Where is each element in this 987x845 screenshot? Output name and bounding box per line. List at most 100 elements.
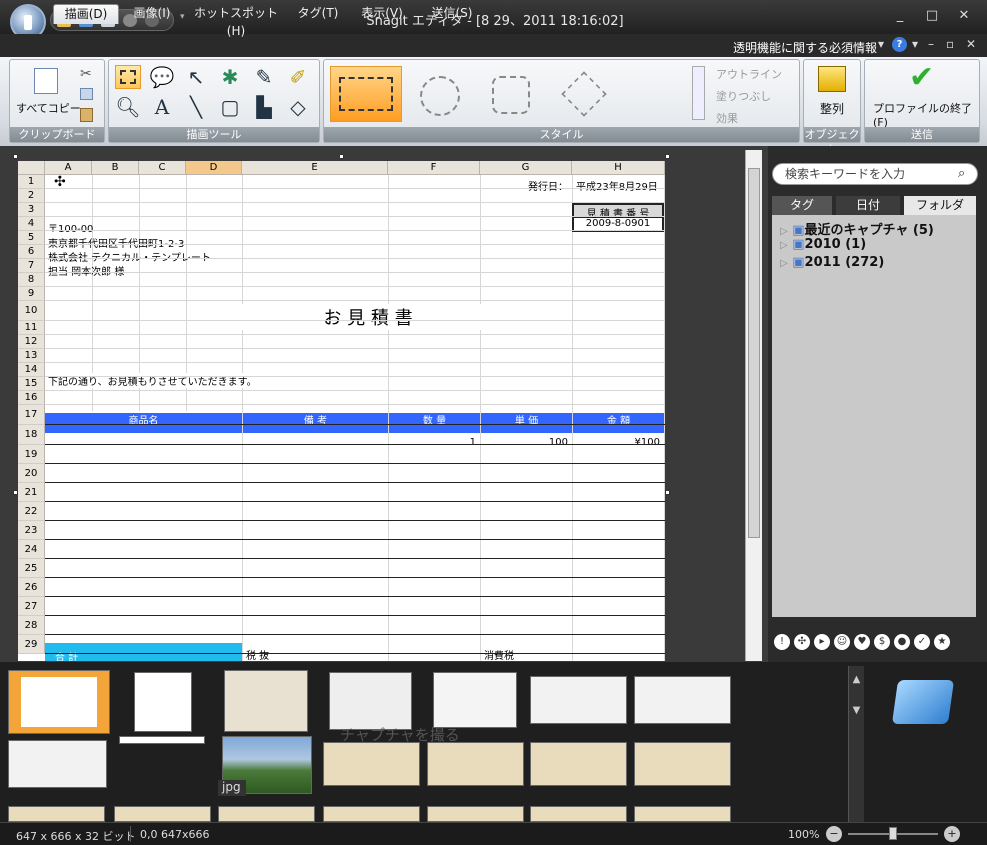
expand-icon[interactable]: ▷ <box>780 258 788 269</box>
zoom-out-button[interactable]: − <box>826 826 842 842</box>
scroll-down-icon[interactable]: ▼ <box>849 705 864 716</box>
filter-icon[interactable]: $ <box>874 634 890 650</box>
tray-thumbnail[interactable] <box>323 742 420 786</box>
effects-button[interactable]: 効果 <box>716 110 738 126</box>
tray-thumbnail[interactable] <box>114 806 211 822</box>
pen-tool-icon[interactable]: ✎ <box>251 65 277 89</box>
style-gallery-scroll[interactable] <box>692 66 705 120</box>
info-dropdown-icon[interactable]: ▾ <box>878 37 884 51</box>
tab-send[interactable]: 送信(S) <box>420 4 484 24</box>
zoom-in-button[interactable]: + <box>944 826 960 842</box>
tray-thumbnail[interactable] <box>323 806 420 822</box>
canvas-vertical-scrollbar[interactable] <box>745 150 762 661</box>
filter-icon[interactable]: ☺ <box>834 634 850 650</box>
copy-all-button[interactable]: すべてコピー <box>16 100 81 116</box>
tray-thumbnail[interactable] <box>218 806 315 822</box>
fill-tool-icon[interactable]: ▙ <box>251 95 277 119</box>
highlighter-tool-icon[interactable]: ✐ <box>285 65 311 89</box>
tray-thumbnail[interactable] <box>634 806 731 822</box>
filter-icon[interactable]: ♥ <box>854 634 870 650</box>
tray-thumbnail-selected[interactable] <box>8 670 110 734</box>
tab-view[interactable]: 表示(V) <box>352 4 412 24</box>
selection-tool-icon[interactable] <box>115 65 141 89</box>
tray-thumbnail[interactable] <box>427 742 524 786</box>
scrollbar-thumb[interactable] <box>748 168 760 538</box>
tab-draw[interactable]: 描画(D) <box>53 4 119 24</box>
tray-thumbnail[interactable] <box>634 676 731 724</box>
style-rect-dashed[interactable] <box>330 66 402 122</box>
tray-thumbnail[interactable] <box>134 672 192 732</box>
tray-thumbnail[interactable] <box>8 806 105 822</box>
row-header: 22 <box>18 502 45 521</box>
expand-icon[interactable]: ▷ <box>780 226 788 237</box>
finish-profile-button[interactable]: プロファイルの終了(F) <box>873 100 979 129</box>
copy-icon[interactable] <box>80 88 93 100</box>
ribbon-minimize-button[interactable]: – <box>928 37 934 51</box>
resize-handle[interactable] <box>13 154 18 159</box>
close-button[interactable]: ✕ <box>954 8 974 24</box>
tray-thumbnail[interactable] <box>329 672 412 730</box>
arrange-button[interactable]: 整列 <box>820 100 844 117</box>
tree-item-2010[interactable]: ▷ ▣2010 (1) <box>780 237 866 252</box>
tray-thumbnail[interactable] <box>224 670 308 732</box>
zoom-tool-icon[interactable]: 🔍︎ <box>115 95 141 119</box>
maximize-button[interactable]: □ <box>922 8 942 24</box>
help-dropdown-icon[interactable]: ▾ <box>912 37 918 51</box>
tab-image[interactable]: 画像(I) <box>124 4 180 24</box>
text-tool-icon[interactable]: A <box>149 95 175 119</box>
send-group: ✔ プロファイルの終了(F) 送信 <box>864 59 980 143</box>
scroll-up-icon[interactable]: ▲ <box>849 674 864 685</box>
captured-spreadsheet-image[interactable]: A B C D E F G H ✣ 発行日： 平成23年8月29日 見 積 書 … <box>18 161 665 661</box>
tab-tag[interactable]: タグ(T) <box>292 4 344 24</box>
filter-icon[interactable]: ✓ <box>914 634 930 650</box>
tray-thumbnail[interactable] <box>8 740 107 788</box>
tree-item-recent[interactable]: ▷ ▣最近のキャプチャ (5) <box>780 219 934 238</box>
ribbon-restore-button[interactable]: ▫ <box>946 37 954 51</box>
resize-handle[interactable] <box>665 490 670 495</box>
folder-icon[interactable] <box>891 680 955 724</box>
transparency-info-link[interactable]: 透明機能に関する必須情報 <box>733 39 877 56</box>
resize-handle[interactable] <box>13 490 18 495</box>
ribbon-close-button[interactable]: ✕ <box>966 37 976 51</box>
filter-icon[interactable]: ★ <box>934 634 950 650</box>
help-icon[interactable]: ? <box>892 37 907 52</box>
tab-date[interactable]: 日付 <box>836 196 900 215</box>
tray-thumbnail[interactable] <box>530 676 627 724</box>
tab-tags[interactable]: タグ <box>772 196 832 215</box>
tab-folder[interactable]: フォルダ <box>904 196 976 215</box>
stamp-tool-icon[interactable]: ✱ <box>217 65 243 89</box>
outline-button[interactable]: アウトライン <box>716 66 782 82</box>
filter-icon[interactable]: ● <box>894 634 910 650</box>
style-ellipse-dashed[interactable] <box>420 76 460 116</box>
resize-handle[interactable] <box>665 154 670 159</box>
cut-icon[interactable]: ✂ <box>80 66 92 82</box>
tab-hotspot[interactable]: ホットスポット(H) <box>186 4 286 38</box>
minimize-button[interactable]: _ <box>890 8 910 24</box>
tray-thumbnail[interactable] <box>530 806 627 822</box>
tray-thumbnail[interactable] <box>530 742 627 786</box>
line-tool-icon[interactable]: ╲ <box>183 95 209 119</box>
zoom-slider-thumb[interactable] <box>889 827 897 840</box>
filter-icon[interactable]: ! <box>774 634 790 650</box>
tray-thumbnail[interactable] <box>634 742 731 786</box>
expand-icon[interactable]: ▷ <box>780 240 788 251</box>
callout-tool-icon[interactable]: 💬 <box>149 65 175 89</box>
arrow-tool-icon[interactable]: ↖ <box>183 65 209 89</box>
qat-customize-icon[interactable]: ▾ <box>180 12 185 22</box>
paste-icon[interactable] <box>80 108 93 122</box>
search-icon[interactable]: ⌕ <box>958 166 965 181</box>
resize-handle[interactable] <box>339 154 344 159</box>
shape-tool-icon[interactable]: ▢ <box>217 95 243 119</box>
tray-scrollbar[interactable]: ▲ ▼ <box>848 666 864 822</box>
filter-icon[interactable]: ▸ <box>814 634 830 650</box>
tray-thumbnail[interactable] <box>433 672 517 728</box>
tree-item-2011[interactable]: ▷ ▣2011 (272) <box>780 255 884 270</box>
filter-icon[interactable]: ✣ <box>794 634 810 650</box>
style-freeform-dashed[interactable] <box>492 76 530 114</box>
tray-thumbnail[interactable] <box>119 736 205 744</box>
fill-button[interactable]: 塗りつぶし <box>716 88 771 104</box>
eraser-tool-icon[interactable]: ◇ <box>285 95 311 119</box>
search-input[interactable]: 検索キーワードを入力 <box>772 163 978 185</box>
tray-thumbnail[interactable] <box>427 806 524 822</box>
style-polygon-dashed[interactable] <box>561 71 607 117</box>
